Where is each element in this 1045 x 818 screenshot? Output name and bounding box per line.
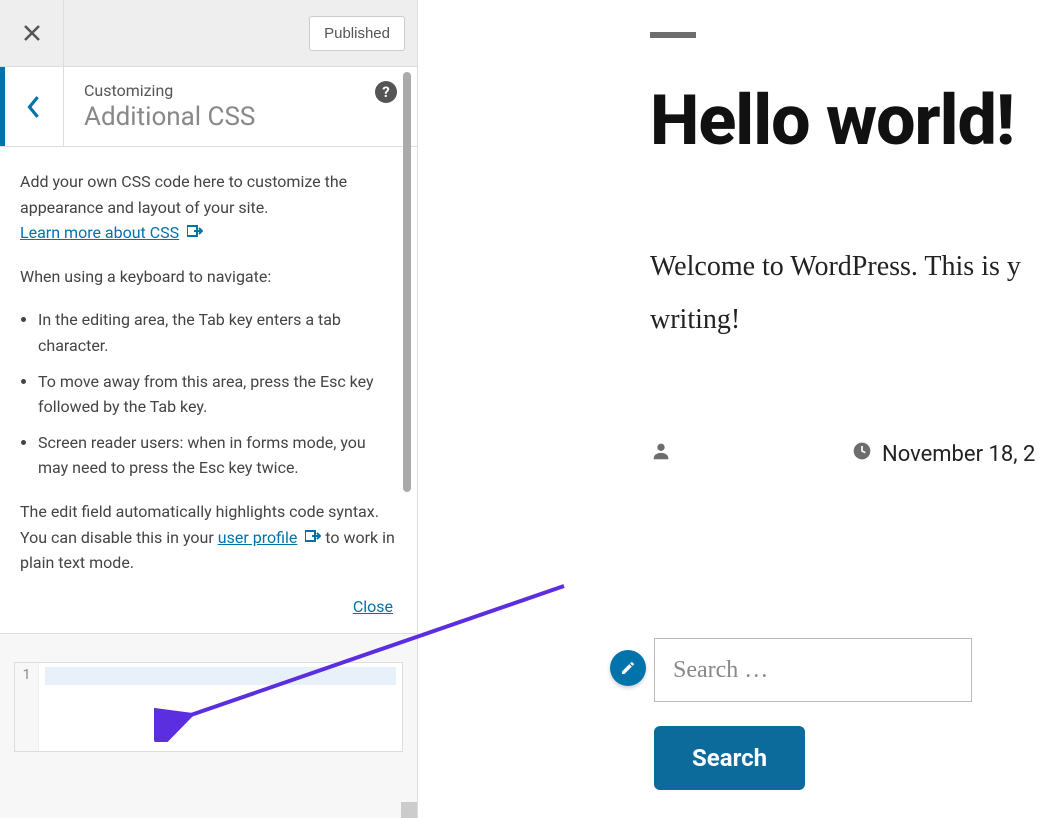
external-link-icon [187,223,203,245]
post-body-line2: writing! [650,304,740,335]
edit-shortcut-button[interactable] [610,650,646,686]
site-preview: Hello world! Welcome to WordPress. This … [418,0,1045,818]
desc-text: Add your own CSS code here to customize … [20,172,347,217]
search-input[interactable] [654,638,972,702]
search-button[interactable]: Search [654,726,805,790]
post-date: November 18, 2 [882,442,1035,467]
line-number-gutter: 1 [15,663,39,751]
panel-subtitle: Customizing [84,81,397,100]
kb-nav-intro: When using a keyboard to navigate: [20,264,397,290]
close-customizer-button[interactable] [0,0,64,66]
kb-tip-1: In the editing area, the Tab key enters … [38,307,397,358]
back-button[interactable] [0,67,64,146]
kb-tip-3: Screen reader users: when in forms mode,… [38,430,397,481]
post-title: Hello world! [650,80,1045,162]
chevron-left-icon [25,93,43,121]
description-panel: Add your own CSS code here to customize … [0,147,417,633]
post-meta: November 18, 2 [650,440,1045,468]
search-widget: Search [654,638,1045,790]
top-bar: Published [0,0,417,66]
external-link-icon [305,528,321,550]
clock-icon [852,441,872,467]
pencil-icon [620,660,636,676]
css-code-editor[interactable]: 1 [14,662,403,752]
close-description-link[interactable]: Close [353,597,393,616]
author-icon [650,440,672,468]
panel-header: Customizing Additional CSS ? [0,66,417,147]
help-button[interactable]: ? [375,81,397,103]
scrollbar-thumb[interactable] [403,72,411,492]
close-icon [22,23,42,43]
post-body-line1: Welcome to WordPress. This is y [650,251,1021,282]
code-line-1[interactable] [39,663,402,751]
user-profile-link[interactable]: user profile [218,528,298,547]
separator-line [650,32,696,38]
scrollbar-corner [401,802,417,818]
editor-area: 1 [0,633,417,818]
learn-css-link[interactable]: Learn more about CSS [20,223,179,242]
publish-status-button[interactable]: Published [309,16,405,51]
kb-tip-2: To move away from this area, press the E… [38,369,397,420]
customizer-sidebar: Published Customizing Additional CSS ? A… [0,0,418,818]
panel-title: Additional CSS [84,102,397,132]
